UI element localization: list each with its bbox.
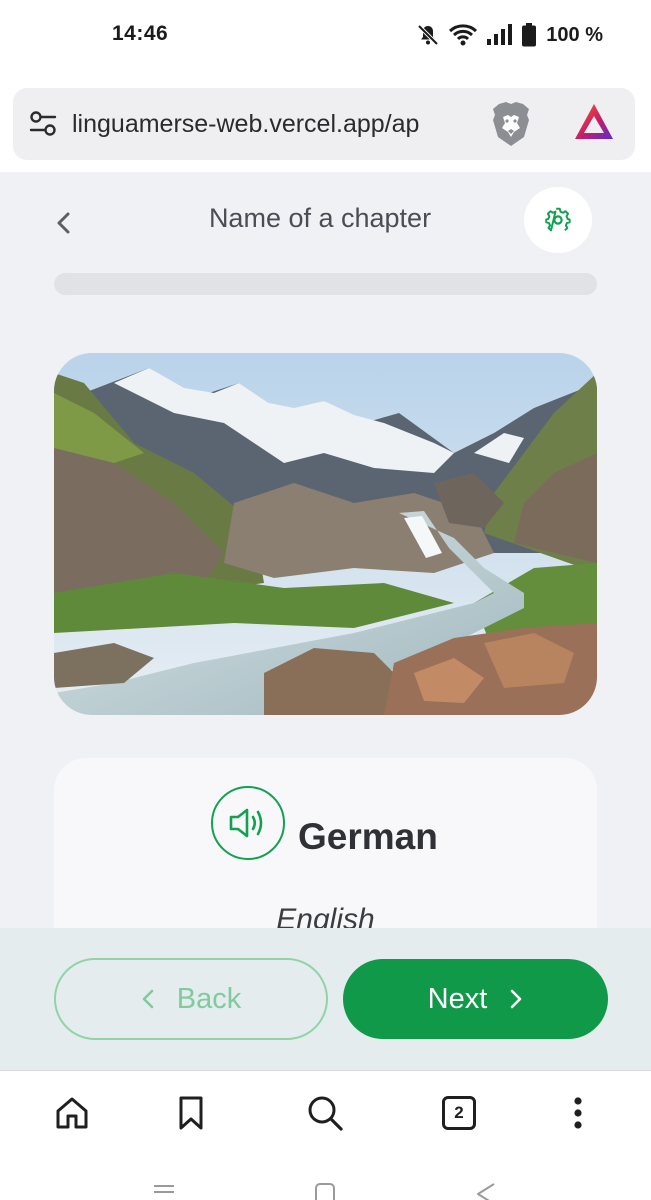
back-button[interactable]: Back: [54, 958, 328, 1040]
search-icon: [308, 1096, 343, 1131]
brave-shield-icon[interactable]: [490, 101, 532, 147]
back-button-label: Back: [176, 982, 242, 1015]
recents-icon[interactable]: [152, 1182, 176, 1200]
home-nav-icon[interactable]: [314, 1182, 336, 1200]
battery-text: 100 %: [546, 23, 603, 46]
signal-icon: [487, 24, 513, 45]
brave-rewards-icon[interactable]: [573, 102, 615, 142]
chevron-left-icon: [57, 212, 70, 234]
more-button[interactable]: [558, 1093, 598, 1133]
settings-button[interactable]: [524, 187, 592, 253]
search-button[interactable]: [305, 1093, 345, 1133]
tune-icon[interactable]: [29, 110, 57, 138]
play-audio-button[interactable]: [211, 786, 285, 860]
home-button[interactable]: [52, 1093, 92, 1133]
status-time: 14:46: [112, 22, 169, 45]
tabs-button[interactable]: 2: [439, 1093, 479, 1133]
chevron-left-icon: [142, 989, 154, 1009]
word-text: German: [298, 816, 438, 857]
status-bar: 14:46 100 %: [0, 0, 651, 72]
url-text[interactable]: linguamerse-web.vercel.app/ap: [72, 110, 487, 140]
wifi-icon: [449, 24, 478, 46]
system-navigation-bar: [0, 1160, 651, 1200]
next-button-label: Next: [427, 982, 488, 1015]
status-icons: 100 %: [416, 22, 603, 48]
navigation-actions: Back Next: [0, 928, 651, 1070]
back-nav-icon[interactable]: [474, 1182, 496, 1200]
lesson-image: [54, 353, 597, 715]
speaker-icon: [229, 808, 263, 838]
browser-toolbar: 2: [0, 1070, 651, 1160]
chapter-title: Name of a chapter: [208, 203, 432, 233]
gear-icon: [545, 207, 571, 232]
next-button[interactable]: Next: [343, 959, 608, 1039]
bell-off-icon: [417, 24, 439, 46]
more-icon: [574, 1097, 582, 1129]
bookmark-button[interactable]: [171, 1093, 211, 1133]
battery-icon: [522, 23, 537, 47]
chapter-back-button[interactable]: [48, 206, 78, 240]
tabs-icon: 2: [442, 1096, 476, 1130]
bookmark-icon: [179, 1096, 203, 1130]
chapter-progress-bar: [54, 273, 597, 295]
browser-bar: linguamerse-web.vercel.app/ap: [0, 72, 651, 172]
url-bar[interactable]: linguamerse-web.vercel.app/ap: [13, 88, 635, 160]
home-icon: [56, 1097, 88, 1129]
chevron-right-icon: [511, 989, 522, 1009]
